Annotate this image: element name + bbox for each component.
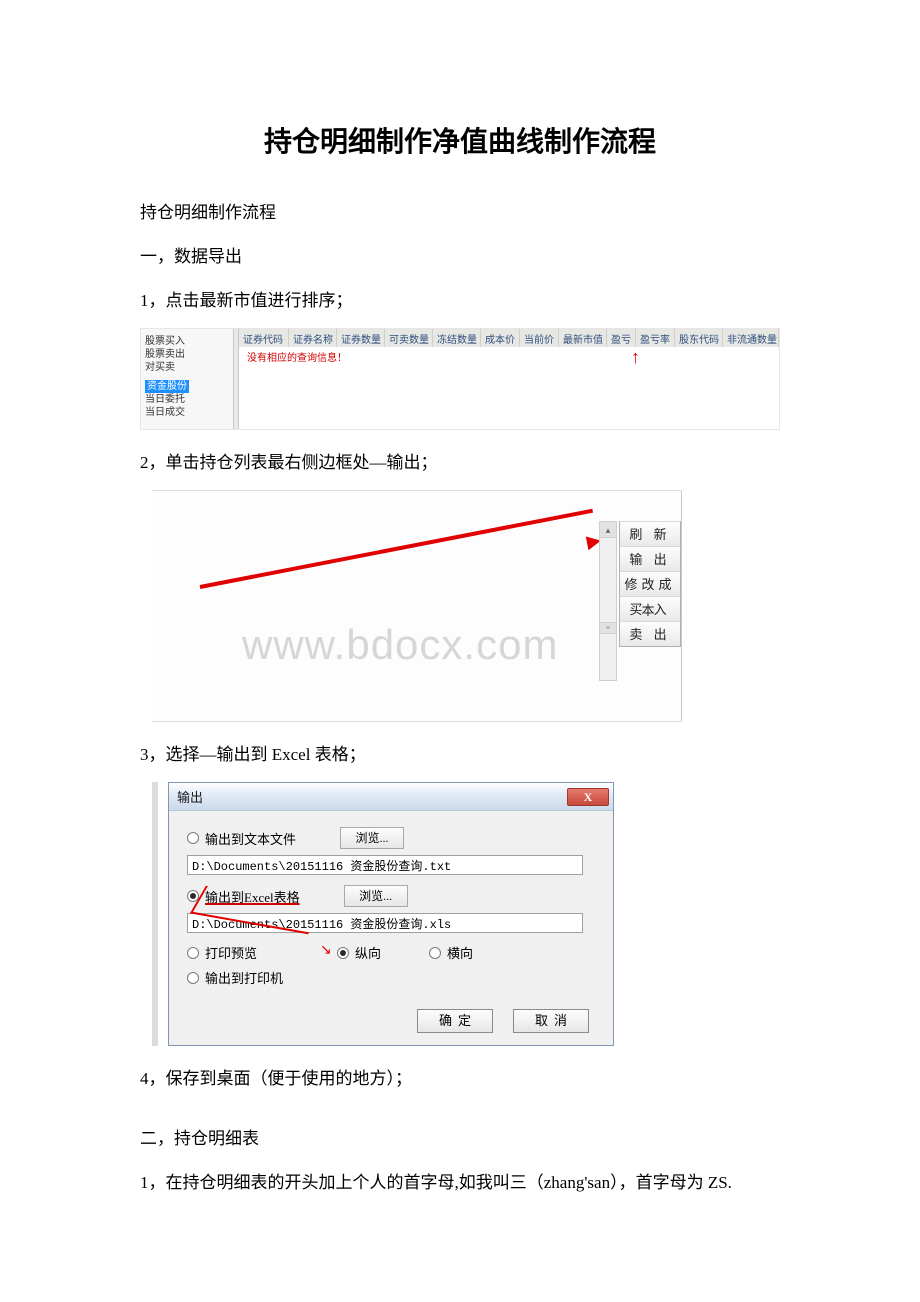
watermark-text: www.bdocx.com [242, 621, 558, 669]
red-arrow-line [200, 509, 593, 589]
radio-text-label: 输出到文本文件 [205, 829, 296, 848]
output-button[interactable]: 输 出 [619, 546, 681, 572]
sell-button[interactable]: 卖 出 [619, 621, 681, 647]
col-code[interactable]: 证券代码 [239, 329, 289, 347]
col-cost[interactable]: 成本价 [481, 329, 520, 347]
sidebar-item: 对买卖 [145, 361, 229, 374]
radio-preview[interactable] [187, 947, 199, 959]
radio-text-file[interactable] [187, 832, 199, 844]
side-button-stack: 刷 新 输 出 修改成本 买 入 卖 出 [619, 521, 681, 646]
screenshot-stock-table: 股票买入 股票卖出 对买卖 资金股份 当日委托 当日成交 证券代码 证券名称 证… [140, 328, 780, 430]
modify-cost-button[interactable]: 修改成本 [619, 571, 681, 597]
radio-preview-label: 打印预览 [205, 943, 257, 962]
stock-sidebar: 股票买入 股票卖出 对买卖 资金股份 当日委托 当日成交 [141, 329, 233, 429]
section-2-heading: 二，持仓明细表 [140, 1122, 780, 1156]
screenshot-output-dialog: 输出 X 输出到文本文件 浏览... D:\Documents\20151116… [152, 782, 618, 1046]
page-title: 持仓明细制作净值曲线制作流程 [140, 120, 780, 160]
stock-table-area: 证券代码 证券名称 证券数量 可卖数量 冻结数量 成本价 当前价 最新市值 盈亏… [239, 329, 779, 429]
radio-printer-label: 输出到打印机 [205, 968, 283, 987]
ok-button[interactable]: 确定 [417, 1009, 493, 1033]
close-button[interactable]: X [567, 788, 609, 806]
col-price[interactable]: 当前价 [520, 329, 559, 347]
up-arrow-annotation: ↑ [631, 347, 640, 368]
radio-horizontal-label: 横向 [447, 943, 473, 962]
browse-xls-button[interactable]: 浏览... [344, 885, 408, 907]
dialog-title-text: 输出 [177, 787, 203, 806]
radio-vertical-label: 纵向 [355, 943, 381, 962]
scroll-thumb[interactable]: ≡ [600, 622, 616, 634]
section-2-step-1: 1，在持仓明细表的开头加上个人的首字母,如我叫三（zhang'san），首字母为… [140, 1166, 780, 1200]
radio-vertical[interactable]: ↘ [337, 947, 349, 959]
section-1-heading: 一，数据导出 [140, 240, 780, 274]
refresh-button[interactable]: 刷 新 [619, 521, 681, 547]
radio-horizontal[interactable] [429, 947, 441, 959]
radio-printer[interactable] [187, 972, 199, 984]
col-profit[interactable]: 盈亏 [607, 329, 636, 347]
screenshot-output-buttons: www.bdocx.com ▴ ≡ 刷 新 输 出 修改成本 买 入 卖 出 [152, 490, 682, 722]
col-profitrate[interactable]: 盈亏率 [636, 329, 675, 347]
col-marketvalue[interactable]: 最新市值 [559, 329, 607, 347]
step-3-text: 3，选择—输出到 Excel 表格； [140, 738, 780, 772]
output-dialog: 输出 X 输出到文本文件 浏览... D:\Documents\20151116… [168, 782, 614, 1046]
col-qty[interactable]: 证券数量 [337, 329, 385, 347]
sidebar-item: 当日成交 [145, 406, 229, 419]
sidebar-item: 股票买入 [145, 335, 229, 348]
buy-button[interactable]: 买 入 [619, 596, 681, 622]
step-2-text: 2，单击持仓列表最右侧边框处—输出； [140, 446, 780, 480]
intro-line: 持仓明细制作流程 [140, 196, 780, 230]
scroll-up-icon[interactable]: ▴ [600, 522, 616, 538]
dialog-titlebar: 输出 X [169, 783, 613, 811]
col-frozen[interactable]: 冻结数量 [433, 329, 481, 347]
sidebar-item-selected: 资金股份 [145, 380, 189, 393]
sidebar-item: 当日委托 [145, 393, 229, 406]
col-name[interactable]: 证券名称 [289, 329, 337, 347]
table-header-row: 证券代码 证券名称 证券数量 可卖数量 冻结数量 成本价 当前价 最新市值 盈亏… [239, 329, 779, 347]
col-holder[interactable]: 股东代码 [675, 329, 723, 347]
sidebar-item: 股票卖出 [145, 348, 229, 361]
vertical-scrollbar[interactable]: ▴ ≡ [599, 521, 617, 681]
cancel-button[interactable]: 取消 [513, 1009, 589, 1033]
col-nonflow[interactable]: 非流通数量 [723, 329, 779, 347]
empty-result-msg: 没有相应的查询信息！ [239, 347, 779, 366]
txt-path-field[interactable]: D:\Documents\20151116 资金股份查询.txt [187, 855, 583, 875]
step-4-text: 4，保存到桌面（便于使用的地方）； [140, 1062, 780, 1096]
browse-txt-button[interactable]: 浏览... [340, 827, 404, 849]
col-sellable[interactable]: 可卖数量 [385, 329, 433, 347]
step-1-text: 1，点击最新市值进行排序； [140, 284, 780, 318]
